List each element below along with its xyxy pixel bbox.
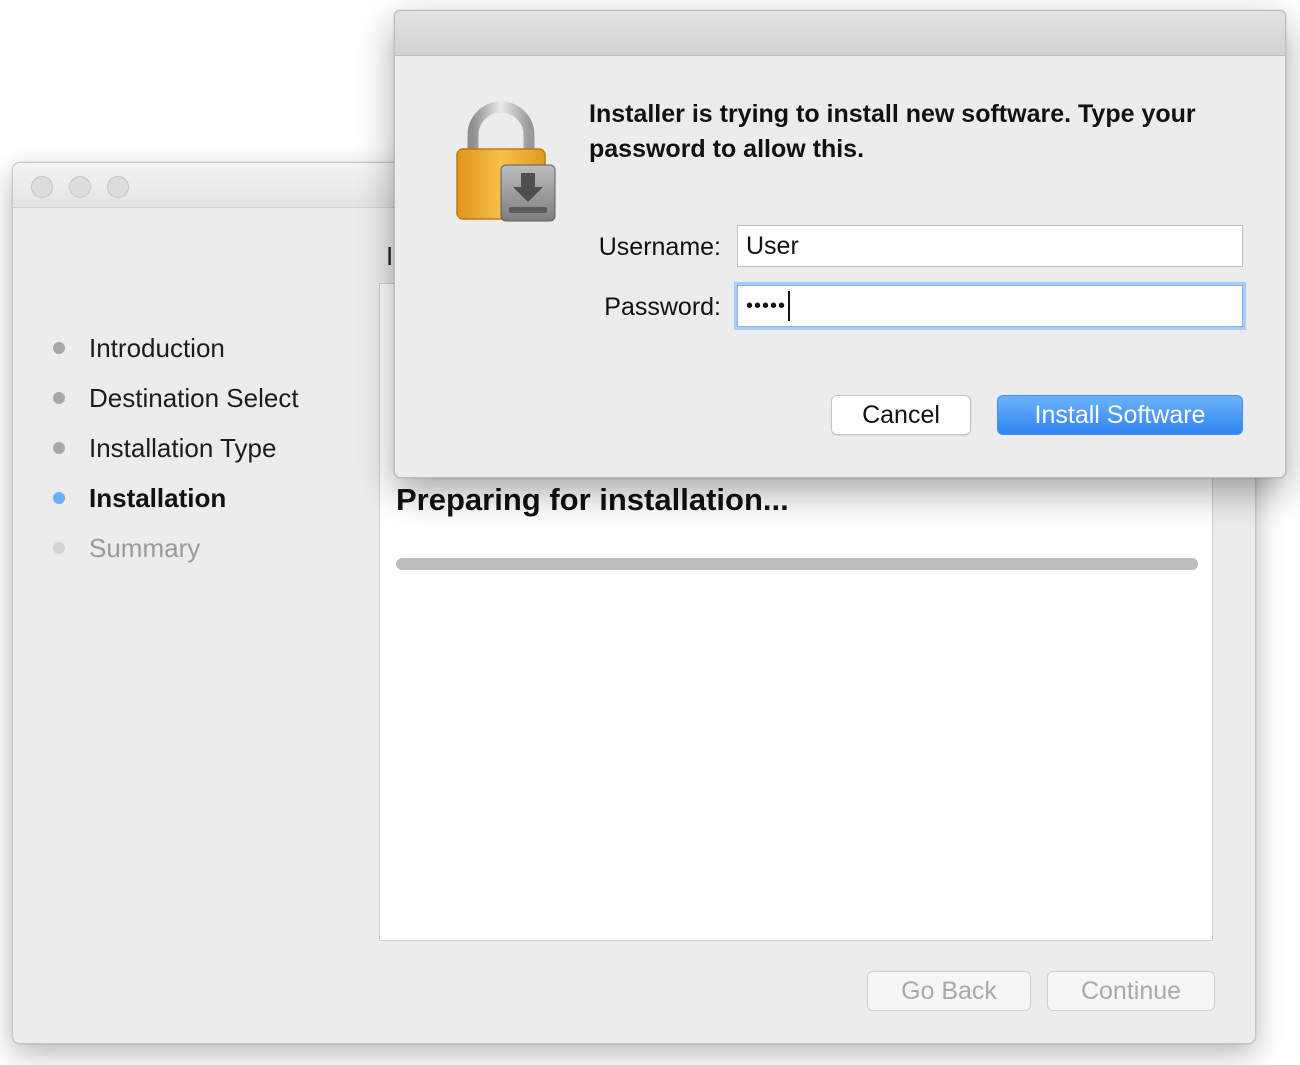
step-bullet-icon <box>53 342 65 354</box>
step-bullet-icon <box>53 492 65 504</box>
password-label: Password: <box>604 293 721 321</box>
authentication-dialog: Installer is trying to install new softw… <box>394 10 1286 478</box>
step-installation: Installation <box>53 473 299 523</box>
username-field[interactable]: User <box>737 225 1243 267</box>
step-label: Installation Type <box>89 432 277 463</box>
step-bullet-icon <box>53 542 65 554</box>
username-label: Username: <box>598 233 721 261</box>
step-label: Introduction <box>89 332 225 363</box>
go-back-button[interactable]: Go Back <box>867 971 1031 1011</box>
password-field[interactable]: ••••• <box>737 285 1243 327</box>
progress-bar <box>396 558 1198 570</box>
step-label: Installation <box>89 482 227 513</box>
cancel-button[interactable]: Cancel <box>831 395 971 435</box>
step-installation-type: Installation Type <box>53 423 299 473</box>
step-bullet-icon <box>53 392 65 404</box>
install-software-button[interactable]: Install Software <box>997 395 1243 435</box>
window-controls <box>31 176 129 198</box>
lock-icon <box>456 101 556 222</box>
step-label: Destination Select <box>89 382 299 413</box>
close-window-button[interactable] <box>31 176 53 198</box>
username-value: User <box>746 231 799 260</box>
dialog-titlebar[interactable] <box>395 11 1285 56</box>
step-destination-select: Destination Select <box>53 373 299 423</box>
auth-message: Installer is trying to install new softw… <box>589 100 1196 163</box>
continue-button[interactable]: Continue <box>1047 971 1215 1011</box>
status-text: Preparing for installation... <box>396 482 789 517</box>
step-introduction: Introduction <box>53 323 299 373</box>
step-label: Summary <box>89 532 201 563</box>
step-bullet-icon <box>53 442 65 454</box>
text-caret <box>788 291 791 321</box>
minimize-window-button[interactable] <box>69 176 91 198</box>
step-summary: Summary <box>53 523 299 573</box>
password-value: ••••• <box>746 294 787 317</box>
step-list: Introduction Destination Select Installa… <box>53 323 299 573</box>
zoom-window-button[interactable] <box>107 176 129 198</box>
